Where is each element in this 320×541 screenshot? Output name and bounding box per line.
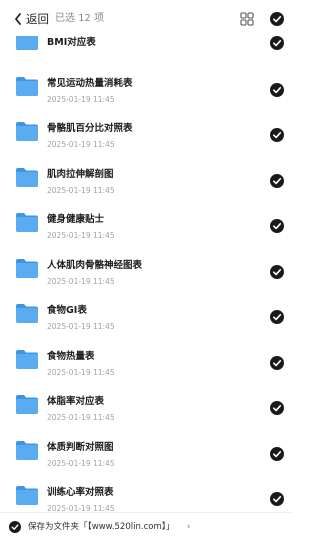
list-item[interactable]: 体质判断对照图 2025-01-19 11:45: [0, 434, 292, 478]
save-to-folder-label: 保存为文件夹「【www.520lin.com】」: [28, 522, 175, 532]
list-item[interactable]: 常见运动热量消耗表 2025-01-19 11:45: [0, 70, 292, 114]
back-label: 返回: [26, 12, 49, 26]
item-name: 食物GI表: [47, 305, 87, 316]
folder-icon: [16, 486, 38, 505]
select-all-checkmark-icon[interactable]: [270, 12, 284, 26]
item-date: 2025-01-19 11:45: [47, 140, 115, 149]
checkmark-circle-icon[interactable]: [270, 355, 284, 370]
checkmark-circle-icon[interactable]: [270, 36, 284, 50]
folder-icon: [16, 76, 38, 96]
item-date: 2025-01-19 11:45: [47, 276, 115, 286]
item-name: 体质判断对照图: [47, 441, 114, 453]
item-name: 骨骼肌百分比对照表: [47, 123, 133, 134]
folder-icon: [16, 395, 38, 414]
selection-count: 已选 12 项: [55, 13, 105, 24]
checkmark-circle-icon[interactable]: [270, 128, 284, 142]
grid-view-icon[interactable]: [240, 12, 254, 26]
save-to-folder-bar[interactable]: 保存为文件夹「【www.520lin.com】」 ›: [0, 512, 292, 541]
list-item[interactable]: 人体肌肉骨骼神经图表 2025-01-19 11:45: [0, 252, 292, 296]
list-item[interactable]: 骨骼肌百分比对照表 2025-01-19 11:45: [0, 115, 292, 159]
top-bar: 返回 已选 12 项: [0, 0, 292, 36]
item-date: 2025-01-19 11:45: [47, 322, 115, 331]
checkmark-circle-icon[interactable]: [270, 82, 284, 97]
checkmark-circle-icon[interactable]: [270, 446, 284, 461]
checkmark-circle-icon[interactable]: [270, 264, 284, 279]
item-date: 2025-01-19 11:45: [47, 367, 115, 377]
item-date: 2025-01-19 11:45: [47, 94, 115, 104]
back-button[interactable]: 返回: [14, 11, 49, 27]
item-name: 健身健康贴士: [47, 214, 105, 225]
folder-icon: [16, 213, 38, 232]
item-date: 2025-01-19 11:45: [47, 413, 115, 422]
item-name: 食物热量表: [47, 350, 95, 362]
item-name: 常见运动热量消耗表: [47, 77, 133, 89]
folder-icon: [16, 349, 38, 369]
chevron-right-icon: ›: [187, 522, 191, 532]
item-name: 体脂率对应表: [47, 396, 105, 407]
item-date: 2025-01-19 11:45: [47, 231, 115, 240]
item-date: 2025-01-19 11:45: [47, 185, 115, 195]
list-item[interactable]: 食物热量表 2025-01-19 11:45: [0, 343, 292, 387]
checkmark-circle-icon: [9, 521, 21, 533]
folder-icon: [16, 167, 38, 187]
folder-icon: [16, 304, 38, 323]
folder-icon: [16, 122, 38, 141]
list-item[interactable]: 肌肉拉伸解剖图 2025-01-19 11:45: [0, 161, 292, 205]
item-name: 人体肌肉骨骼神经图表: [47, 259, 143, 271]
item-name: BMI对应表: [47, 37, 96, 48]
folder-icon: [16, 258, 38, 278]
item-name: 训练心率对照表: [47, 487, 114, 498]
checkmark-circle-icon[interactable]: [270, 492, 284, 506]
checkmark-circle-icon[interactable]: [270, 401, 284, 415]
checkmark-circle-icon[interactable]: [270, 310, 284, 324]
checkmark-circle-icon[interactable]: [270, 219, 284, 233]
checkmark-circle-icon[interactable]: [270, 173, 284, 188]
list-item[interactable]: 健身健康贴士 2025-01-19 11:45: [0, 206, 292, 250]
item-name: 肌肉拉伸解剖图: [47, 168, 114, 180]
folder-icon: [16, 440, 38, 460]
list-item[interactable]: 体脂率对应表 2025-01-19 11:45: [0, 388, 292, 432]
item-date: 2025-01-19 11:45: [47, 458, 115, 468]
list-item[interactable]: 食物GI表 2025-01-19 11:45: [0, 297, 292, 341]
chevron-left-icon: [15, 13, 21, 25]
